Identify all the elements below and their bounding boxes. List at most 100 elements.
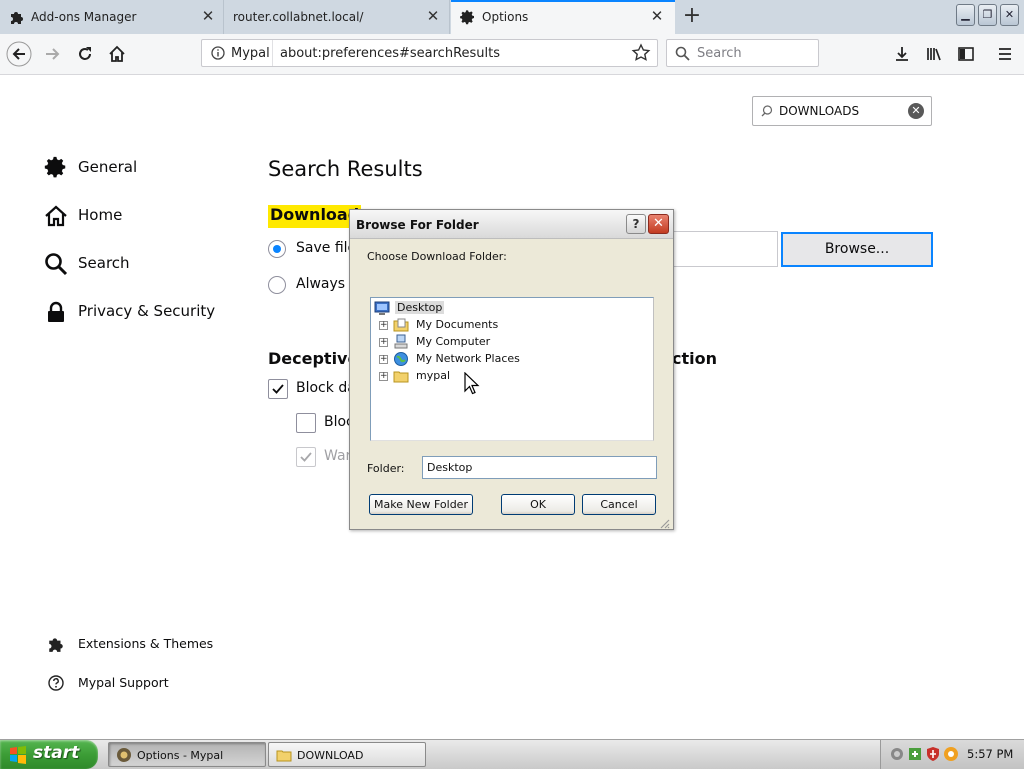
tab-strip: Add-ons Manager ✕ router.collabnet.local… xyxy=(0,0,1024,34)
clear-search-icon[interactable]: ✕ xyxy=(908,103,924,119)
checkmark-icon xyxy=(272,384,284,394)
help-button[interactable]: ? xyxy=(626,214,646,234)
mouse-cursor-icon xyxy=(464,371,480,396)
puzzle-icon xyxy=(47,635,65,653)
category-label: Search xyxy=(78,254,130,272)
folder-tree[interactable]: Desktop + My Documents + My Computer + M… xyxy=(370,297,654,441)
tab-addons-manager[interactable]: Add-ons Manager ✕ xyxy=(0,0,224,34)
resize-grip-icon[interactable] xyxy=(658,514,670,529)
save-files-radio[interactable] xyxy=(268,240,286,258)
sidebar-icon[interactable] xyxy=(953,41,979,67)
deceptive-content-heading-tail: ction xyxy=(672,349,717,368)
search-icon xyxy=(761,105,773,117)
menu-hamburger-icon[interactable] xyxy=(992,41,1018,67)
search-bar[interactable]: Search xyxy=(666,39,819,67)
site-identity-button[interactable]: Mypal xyxy=(202,40,273,66)
category-label: Home xyxy=(78,206,123,224)
tab-options[interactable]: Options ✕ xyxy=(451,0,675,34)
puzzle-icon xyxy=(9,9,25,25)
window-restore-icon[interactable]: ❐ xyxy=(978,4,997,26)
category-label: Privacy & Security xyxy=(78,302,216,320)
downloads-icon[interactable] xyxy=(889,41,915,67)
url-text: about:preferences#searchResults xyxy=(280,46,501,61)
identity-label: Mypal xyxy=(231,46,270,61)
network-tray-icon[interactable] xyxy=(889,746,905,762)
reload-icon[interactable] xyxy=(72,41,98,67)
update-tray-icon[interactable] xyxy=(907,746,923,762)
block-dangerous-label: Block da xyxy=(296,380,356,396)
tab-close-icon[interactable]: ✕ xyxy=(425,8,441,24)
alert-tray-icon[interactable] xyxy=(943,746,959,762)
download-folder-field xyxy=(670,231,778,267)
forward-arrow-icon[interactable] xyxy=(40,41,66,67)
info-icon xyxy=(211,46,225,60)
expand-toggle[interactable]: + xyxy=(379,321,388,330)
mypal-icon xyxy=(116,747,132,763)
start-button[interactable]: start xyxy=(0,740,98,769)
dialog-close-icon[interactable]: ✕ xyxy=(648,214,669,234)
tab-title: Add-ons Manager xyxy=(31,10,137,24)
search-icon xyxy=(675,46,690,61)
clock: 5:57 PM xyxy=(967,747,1014,761)
warn-unwanted-checkbox[interactable] xyxy=(296,447,316,467)
tree-item-label: mypal xyxy=(416,369,451,382)
ok-button[interactable]: OK xyxy=(501,494,575,515)
start-label: start xyxy=(33,743,80,763)
deceptive-content-heading: Deceptive xyxy=(268,349,359,368)
gear-icon xyxy=(460,9,476,25)
back-arrow-icon[interactable] xyxy=(6,41,32,67)
url-bar[interactable]: Mypal about:preferences#searchResults xyxy=(201,39,658,67)
tab-close-icon[interactable]: ✕ xyxy=(200,8,216,24)
dialog-titlebar[interactable]: Browse For Folder ? ✕ xyxy=(350,210,673,239)
desktop-icon xyxy=(374,300,390,316)
warn-unwanted-label: War xyxy=(324,448,352,464)
search-placeholder: Search xyxy=(697,46,742,61)
browse-button[interactable]: Browse... xyxy=(781,232,933,267)
home-icon[interactable] xyxy=(104,41,130,67)
category-label: General xyxy=(78,158,138,176)
block-dangerous-checkbox[interactable] xyxy=(268,379,288,399)
taskbar-button-label: DOWNLOAD xyxy=(297,749,364,762)
taskbar: start Options - Mypal DOWNLOAD 5:57 PM xyxy=(0,739,1024,769)
window-minimize-icon[interactable]: ▁ xyxy=(956,4,975,26)
tab-title: Options xyxy=(482,10,529,24)
expand-toggle[interactable]: + xyxy=(379,355,388,364)
security-shield-icon[interactable] xyxy=(925,746,941,762)
documents-folder-icon xyxy=(393,317,409,333)
new-tab-plus-icon[interactable]: + xyxy=(681,3,703,29)
browse-for-folder-dialog: Browse For Folder ? ✕ Choose Download Fo… xyxy=(349,209,674,530)
tree-item-label: My Documents xyxy=(416,318,499,331)
search-icon xyxy=(44,252,68,276)
tab-title: router.collabnet.local/ xyxy=(233,10,364,24)
folder-input-value: Desktop xyxy=(427,461,473,474)
window-close-icon[interactable]: ✕ xyxy=(1000,4,1019,26)
folder-icon xyxy=(276,747,292,763)
make-new-folder-button[interactable]: Make New Folder xyxy=(369,494,473,515)
expand-toggle[interactable]: + xyxy=(379,372,388,381)
folder-input[interactable]: Desktop xyxy=(422,456,657,479)
always-ask-radio[interactable] xyxy=(268,276,286,294)
page-title: Search Results xyxy=(268,157,423,181)
tree-item-label: My Computer xyxy=(416,335,491,348)
windows-logo-icon xyxy=(9,746,27,764)
help-icon xyxy=(47,674,65,692)
find-in-options-input[interactable]: DOWNLOADS ✕ xyxy=(752,96,932,126)
downloads-section-title: Download xyxy=(268,205,362,228)
cancel-button[interactable]: Cancel xyxy=(582,494,656,515)
library-icon[interactable] xyxy=(921,41,947,67)
folder-label: Folder: xyxy=(367,462,405,475)
taskbar-button-download[interactable]: DOWNLOAD xyxy=(268,742,426,767)
folder-icon xyxy=(393,368,409,384)
checkmark-icon xyxy=(300,452,312,462)
block-downloads-checkbox[interactable] xyxy=(296,413,316,433)
expand-toggle[interactable]: + xyxy=(379,338,388,347)
home-icon xyxy=(44,204,68,228)
bookmark-star-icon[interactable] xyxy=(631,43,651,63)
computer-icon xyxy=(393,334,409,350)
system-tray: 5:57 PM xyxy=(880,740,1024,769)
tab-close-icon[interactable]: ✕ xyxy=(649,8,665,24)
find-value: DOWNLOADS xyxy=(779,104,860,118)
taskbar-button-options[interactable]: Options - Mypal xyxy=(108,742,266,767)
tree-item-label: My Network Places xyxy=(416,352,520,365)
tab-router[interactable]: router.collabnet.local/ ✕ xyxy=(224,0,450,34)
